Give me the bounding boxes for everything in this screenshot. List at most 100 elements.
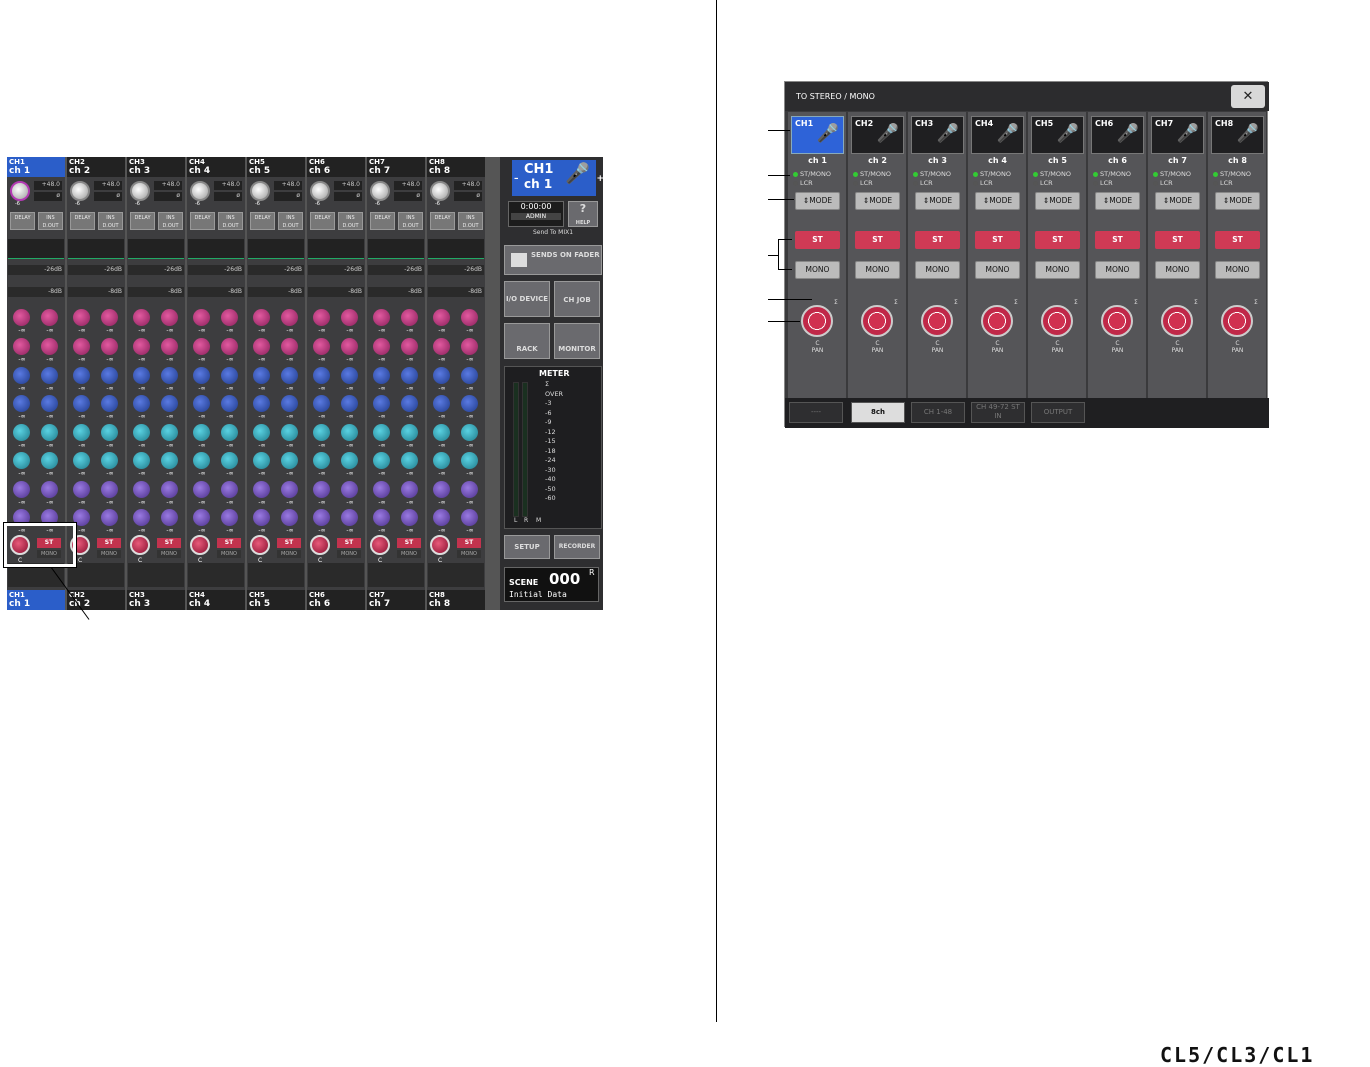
send-level-knob[interactable] — [161, 309, 178, 326]
dca-group-indicators[interactable] — [188, 563, 244, 587]
dynamics1-display[interactable]: -26dB — [368, 265, 424, 275]
dca-group-indicators[interactable] — [248, 563, 304, 587]
send-level-knob[interactable] — [401, 509, 418, 526]
channel-select-button[interactable]: CH6 🎤 — [1091, 116, 1144, 154]
send-level-knob[interactable] — [41, 481, 58, 498]
ins-button[interactable]: INS D.OUT — [338, 212, 363, 230]
ins-button[interactable]: INS D.OUT — [158, 212, 183, 230]
send-level-knob[interactable] — [221, 424, 238, 441]
dca-group-indicators[interactable] — [368, 563, 424, 587]
gain-knob[interactable] — [310, 181, 330, 201]
delay-button[interactable]: DELAY — [130, 212, 155, 230]
send-level-knob[interactable] — [373, 481, 390, 498]
send-level-knob[interactable] — [133, 367, 150, 384]
st-button[interactable]: ST — [1215, 231, 1260, 249]
mono-button[interactable]: MONO — [975, 261, 1020, 279]
ins-button[interactable]: INS D.OUT — [278, 212, 303, 230]
mono-button[interactable]: MONO — [1035, 261, 1080, 279]
send-level-knob[interactable] — [221, 509, 238, 526]
send-level-knob[interactable] — [161, 509, 178, 526]
delay-button[interactable]: DELAY — [10, 212, 35, 230]
send-level-knob[interactable] — [101, 509, 118, 526]
send-level-knob[interactable] — [161, 424, 178, 441]
send-level-knob[interactable] — [133, 338, 150, 355]
send-level-knob[interactable] — [253, 509, 270, 526]
tab-4[interactable]: CH 49-72 ST IN — [971, 402, 1025, 423]
tab-5[interactable]: OUTPUT — [1031, 402, 1085, 423]
send-level-knob[interactable] — [253, 452, 270, 469]
send-level-knob[interactable] — [341, 452, 358, 469]
send-level-knob[interactable] — [253, 367, 270, 384]
dynamics1-display[interactable]: -26dB — [248, 265, 304, 275]
send-level-knob[interactable] — [341, 424, 358, 441]
rack-button[interactable]: RACK — [504, 323, 550, 359]
send-level-knob[interactable] — [13, 481, 30, 498]
send-level-knob[interactable] — [221, 452, 238, 469]
gain-knob[interactable] — [190, 181, 210, 201]
pan-knob[interactable] — [250, 535, 270, 555]
send-level-knob[interactable] — [101, 424, 118, 441]
channel-select-button[interactable]: CH2 🎤 — [851, 116, 904, 154]
delay-button[interactable]: DELAY — [430, 212, 455, 230]
send-level-knob[interactable] — [41, 309, 58, 326]
st-button[interactable]: ST — [1155, 231, 1200, 249]
channel-select-button[interactable]: CH3 🎤 — [911, 116, 964, 154]
channel-header[interactable]: CH5 ch 5 — [247, 157, 305, 177]
mono-button[interactable]: MONO — [915, 261, 960, 279]
send-level-knob[interactable] — [461, 424, 478, 441]
send-level-knob[interactable] — [133, 424, 150, 441]
send-level-knob[interactable] — [373, 424, 390, 441]
send-level-knob[interactable] — [461, 367, 478, 384]
send-level-knob[interactable] — [433, 481, 450, 498]
dynamics2-display[interactable]: -8dB — [188, 287, 244, 297]
dynamics1-display[interactable]: -26dB — [8, 265, 64, 275]
send-level-knob[interactable] — [41, 367, 58, 384]
mono-button[interactable]: MONO — [457, 550, 481, 558]
send-level-knob[interactable] — [253, 424, 270, 441]
send-level-knob[interactable] — [13, 338, 30, 355]
mono-button[interactable]: MONO — [1095, 261, 1140, 279]
send-level-knob[interactable] — [13, 395, 30, 412]
dynamics2-display[interactable]: -8dB — [128, 287, 184, 297]
pan-knob[interactable] — [981, 305, 1013, 337]
close-button[interactable]: ✕ — [1231, 85, 1265, 108]
dynamics2-display[interactable]: -8dB — [308, 287, 364, 297]
st-button[interactable]: ST — [217, 538, 241, 548]
channel-select-button[interactable]: CH5 🎤 — [1031, 116, 1084, 154]
delay-button[interactable]: DELAY — [310, 212, 335, 230]
delay-button[interactable]: DELAY — [70, 212, 95, 230]
send-level-knob[interactable] — [13, 309, 30, 326]
recorder-button[interactable]: RECORDER — [554, 535, 600, 559]
send-level-knob[interactable] — [73, 481, 90, 498]
send-level-knob[interactable] — [461, 309, 478, 326]
send-level-knob[interactable] — [73, 367, 90, 384]
send-level-knob[interactable] — [433, 509, 450, 526]
send-level-knob[interactable] — [221, 395, 238, 412]
mode-button[interactable]: ⇕MODE — [915, 192, 960, 210]
send-level-knob[interactable] — [401, 395, 418, 412]
ins-button[interactable]: INS D.OUT — [38, 212, 63, 230]
st-button[interactable]: ST — [157, 538, 181, 548]
send-level-knob[interactable] — [193, 424, 210, 441]
scene-display[interactable]: SCENE 000 R Initial Data — [504, 567, 599, 602]
send-level-knob[interactable] — [433, 424, 450, 441]
dynamics1-display[interactable]: -26dB — [428, 265, 484, 275]
send-level-knob[interactable] — [221, 338, 238, 355]
send-level-knob[interactable] — [401, 338, 418, 355]
st-button[interactable]: ST — [337, 538, 361, 548]
send-level-knob[interactable] — [461, 395, 478, 412]
send-level-knob[interactable] — [281, 481, 298, 498]
send-level-knob[interactable] — [13, 452, 30, 469]
channel-header[interactable]: CH6 ch 6 — [307, 157, 365, 177]
send-level-knob[interactable] — [253, 395, 270, 412]
channel-select-button[interactable]: CH1 🎤 — [791, 116, 844, 154]
send-level-knob[interactable] — [461, 509, 478, 526]
monitor-button[interactable]: MONITOR — [554, 323, 600, 359]
send-level-knob[interactable] — [73, 452, 90, 469]
send-level-knob[interactable] — [281, 367, 298, 384]
meter-display[interactable]: METER Σ OVER -3 -6 -9 -12 -15 -18 -24 -30 -40 -50 -6… — [504, 366, 602, 529]
pan-knob[interactable] — [190, 535, 210, 555]
channel-select-button[interactable]: CH4 🎤 — [971, 116, 1024, 154]
gain-knob[interactable] — [250, 181, 270, 201]
ins-button[interactable]: INS D.OUT — [398, 212, 423, 230]
